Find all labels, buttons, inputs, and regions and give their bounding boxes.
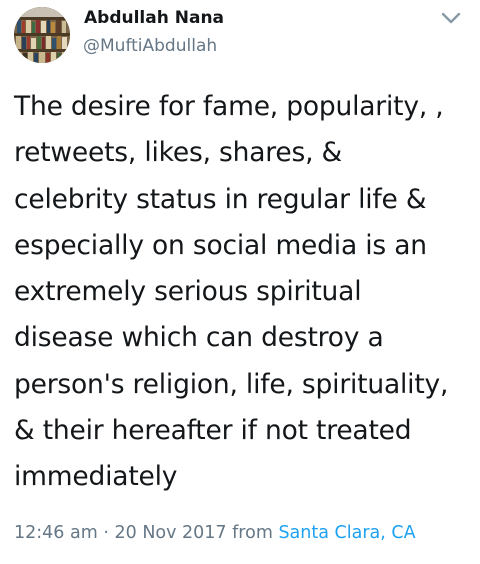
bookshelf-avatar-icon xyxy=(14,7,70,63)
chevron-down-icon xyxy=(441,12,461,24)
tweet-text-line: celebrity status in regular life & xyxy=(14,183,427,215)
tweet-text-line: extremely serious spiritual xyxy=(14,276,362,308)
tweet-time[interactable]: 12:46 am xyxy=(14,523,98,543)
tweet-text: The desire for fame, popularity, , retwe… xyxy=(14,84,470,501)
author-name[interactable]: Abdullah Nana xyxy=(84,7,224,29)
tweet-text-line: disease which can destroy a xyxy=(14,322,384,354)
location-link[interactable]: Santa Clara, CA xyxy=(278,523,415,543)
tweet-metadata: 12:46 am · 20 Nov 2017 from Santa Clara,… xyxy=(14,521,416,545)
tweet-text-line: The desire for fame, popularity, , xyxy=(14,91,444,122)
tweet-detail: Abdullah Nana @MuftiAbdullah The desire … xyxy=(0,0,480,564)
tweet-text-line: immediately xyxy=(14,461,178,493)
tweet-text-line: person's religion, life, spirituality, xyxy=(14,368,449,400)
avatar[interactable] xyxy=(14,7,70,63)
tweet-date[interactable]: 20 Nov 2017 xyxy=(114,523,226,543)
tweet-menu-button[interactable] xyxy=(438,8,464,28)
tweet-text-line: & their hereafter if not treated xyxy=(14,415,412,447)
meta-separator: · xyxy=(97,523,115,543)
from-label: from xyxy=(226,523,279,543)
tweet-text-line: retweets, likes, shares, & xyxy=(14,137,342,169)
tweet-text-line: especially on social media is an xyxy=(14,229,427,261)
author-handle[interactable]: @MuftiAbdullah xyxy=(83,35,217,57)
